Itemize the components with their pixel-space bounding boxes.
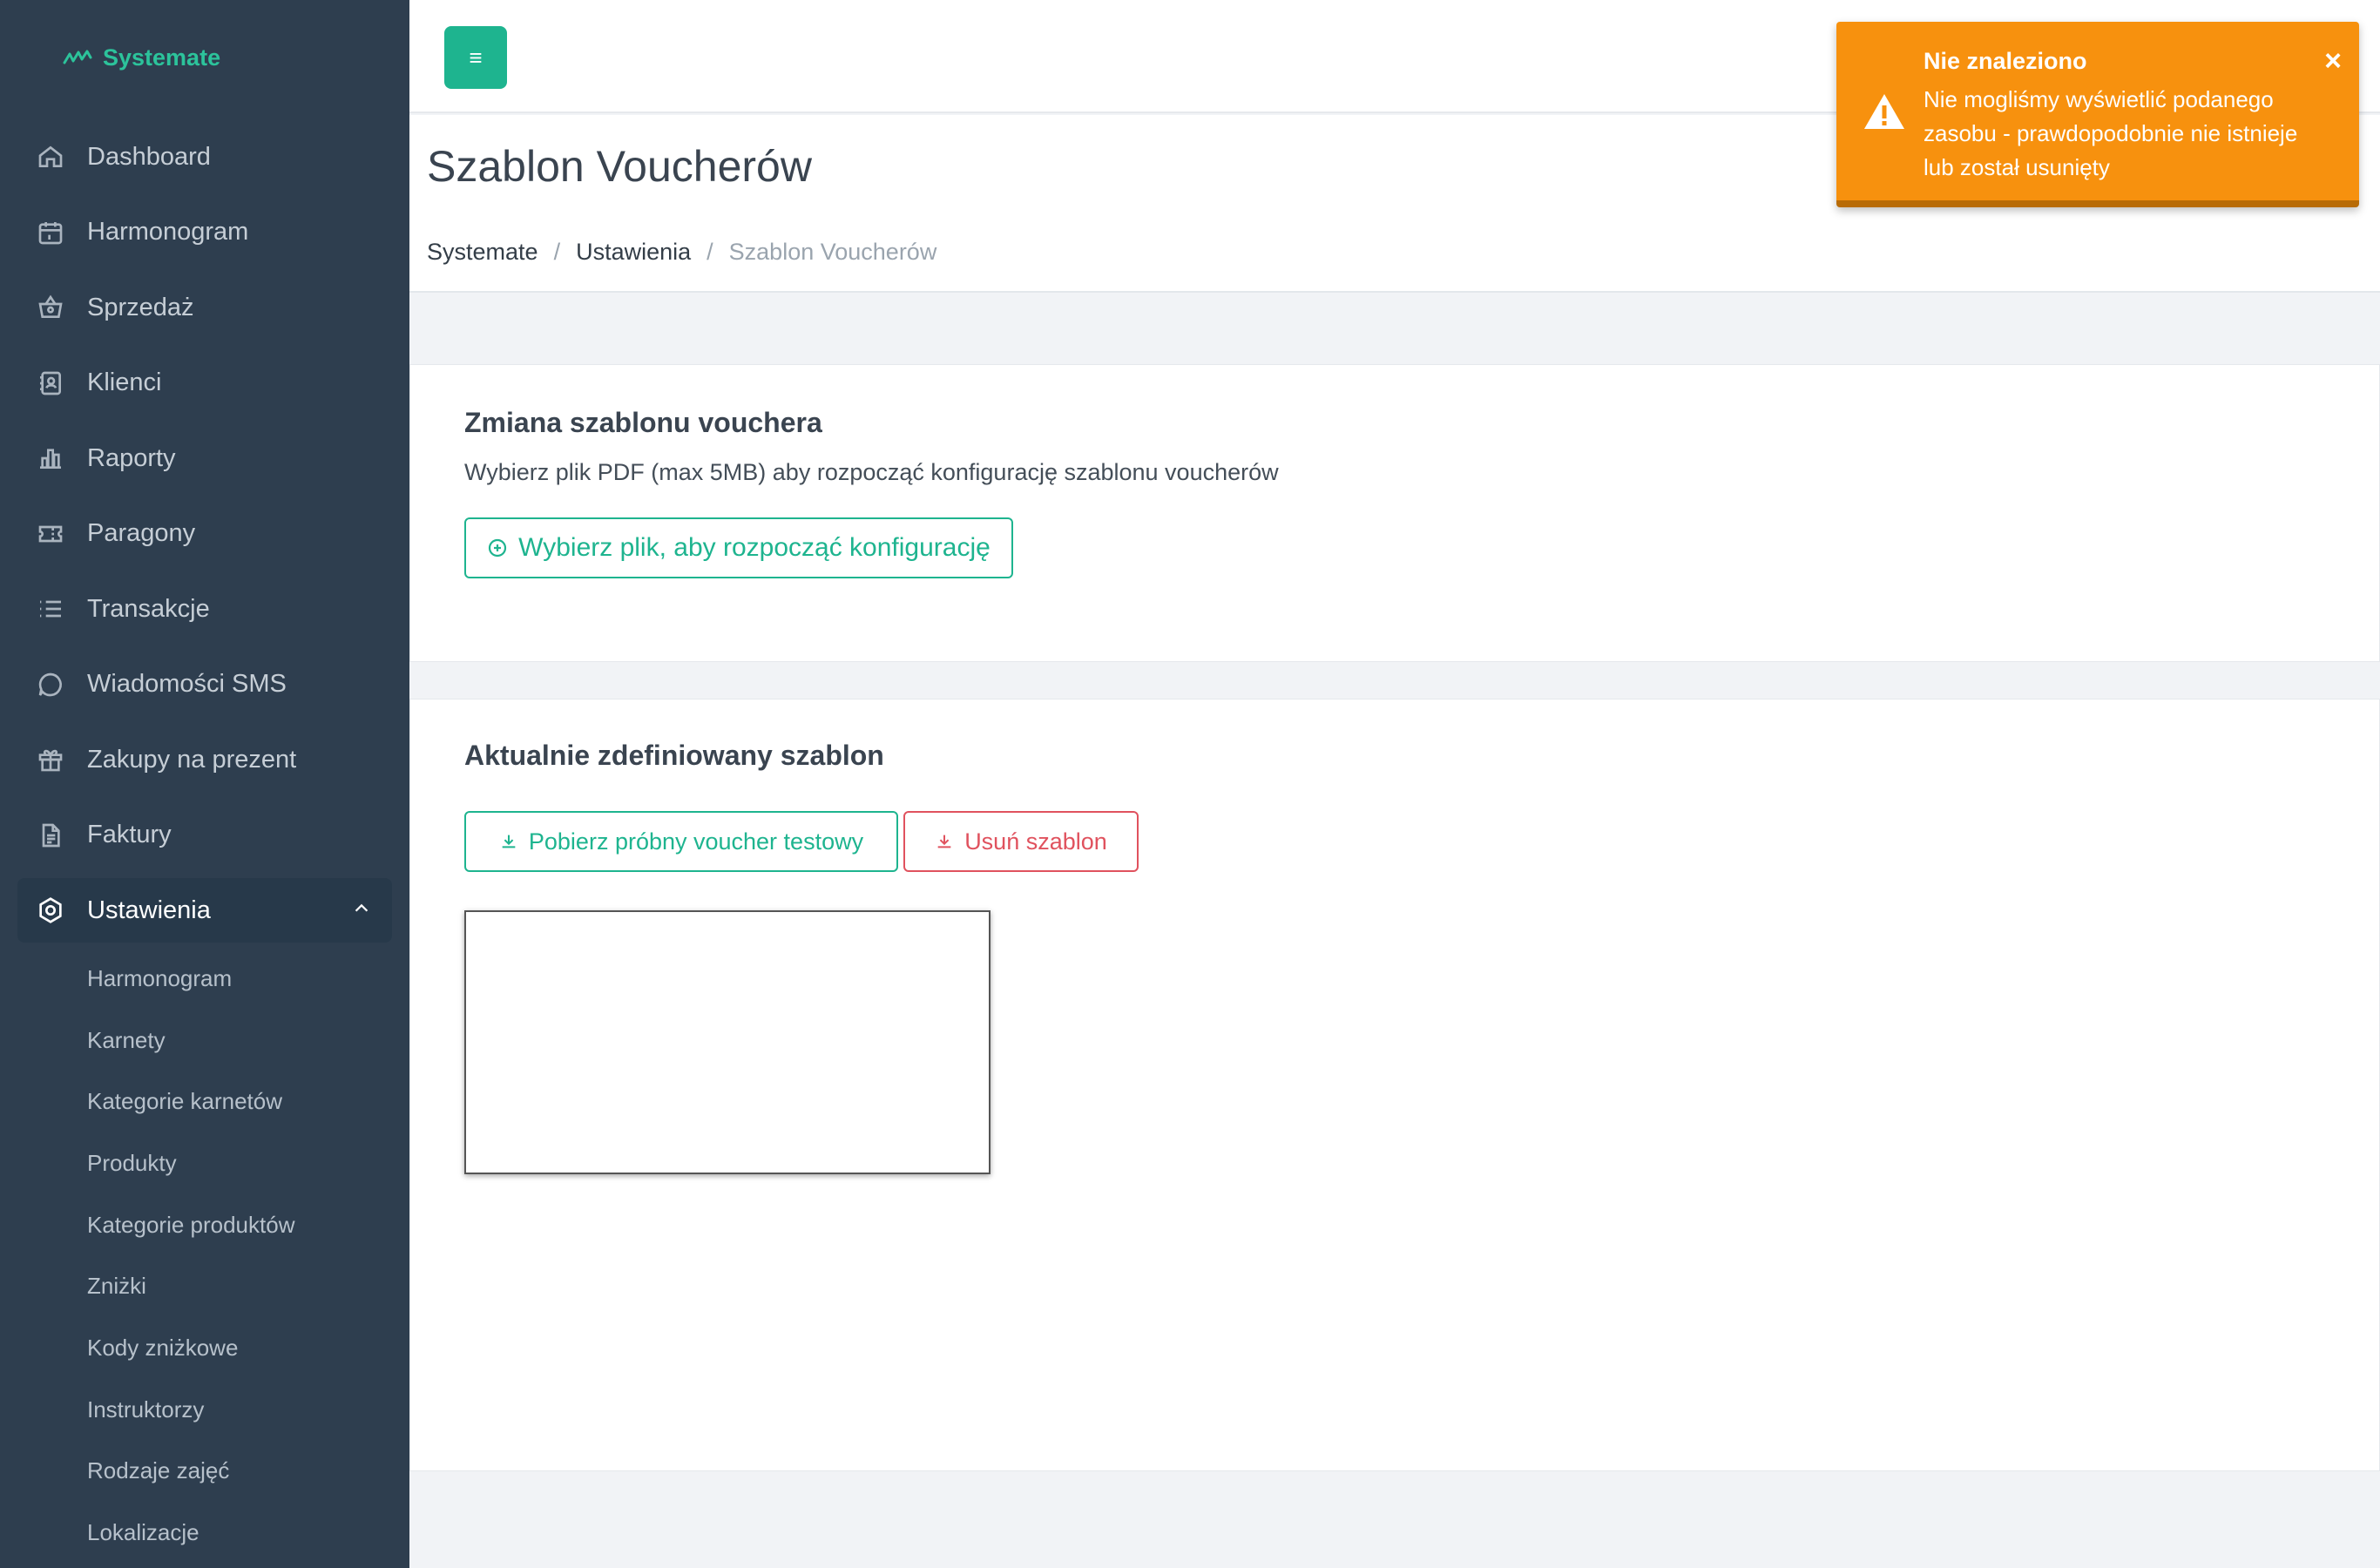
sidebar-item-sprzedaz[interactable]: Sprzedaż [0, 270, 409, 346]
card-description: Wybierz plik PDF (max 5MB) aby rozpocząć… [464, 459, 1279, 485]
menu-toggle-button[interactable]: ≡ [444, 26, 507, 89]
home-icon [35, 141, 66, 172]
sidebar-item-prezent[interactable]: Zakupy na prezent [0, 722, 409, 798]
sidebar-item-label: Harmonogram [87, 218, 249, 247]
template-change-card: Zmiana szablonu vouchera Wybierz plik PD… [409, 364, 2380, 662]
submenu-item-karnety[interactable]: Karnety [87, 1010, 409, 1071]
submenu-item-znizki[interactable]: Zniżki [87, 1255, 409, 1317]
sidebar-item-ustawienia[interactable]: Ustawienia [17, 878, 392, 943]
sidebar-item-label: Paragony [87, 519, 196, 548]
sidebar-item-paragony[interactable]: Paragony [0, 497, 409, 572]
sidebar-item-label: Klienci [87, 368, 162, 397]
breadcrumb-separator: / [553, 239, 561, 265]
calendar-icon [35, 217, 66, 248]
contacts-icon [35, 368, 66, 399]
submenu-item-instruktorzy[interactable]: Instruktorzy [87, 1379, 409, 1441]
submenu-item-harmonogram[interactable]: Harmonogram [87, 948, 409, 1010]
chevron-up-icon[interactable] [352, 896, 371, 925]
list-icon [35, 593, 66, 625]
download-icon [502, 835, 516, 848]
hamburger-icon: ≡ [469, 44, 483, 71]
sidebar-item-label: Dashboard [87, 142, 211, 171]
delete-label: Usuń szablon [964, 828, 1107, 855]
breadcrumb: Systemate / Ustawienia / Szablon Voucher… [427, 239, 936, 266]
sidebar-item-label: Faktury [87, 821, 172, 849]
sidebar-item-label: Sprzedaż [87, 293, 194, 321]
breadcrumb-item-current: Szablon Voucherów [728, 239, 937, 265]
toast-message: Nie mogliśmy wyświetlić podanego zasobu … [1924, 86, 2298, 180]
choose-file-button[interactable]: Wybierz plik, aby rozpocząć konfigurację [464, 517, 1013, 578]
chat-icon [35, 669, 66, 700]
page-title: Szablon Voucherów [427, 142, 812, 191]
document-icon [35, 820, 66, 851]
submenu-item-produkty[interactable]: Produkty [87, 1132, 409, 1194]
download-icon [937, 835, 951, 848]
logo-icon [63, 50, 92, 64]
breadcrumb-item-systemate[interactable]: Systemate [427, 239, 538, 266]
submenu-item-kody-znizkowe[interactable]: Kody zniżkowe [87, 1317, 409, 1379]
sidebar-item-label: Ustawienia [87, 896, 211, 924]
sidebar-item-faktury[interactable]: Faktury [0, 798, 409, 874]
bar-chart-icon [35, 443, 66, 474]
sidebar: Systemate Dashboard Harmonogram Sprzedaż… [0, 0, 409, 1568]
warning-icon [1864, 94, 1904, 129]
card-title: Zmiana szablonu vouchera [464, 407, 822, 438]
sidebar-item-harmonogram[interactable]: Harmonogram [0, 195, 409, 271]
sidebar-item-transakcje[interactable]: Transakcje [0, 571, 409, 647]
app-logo[interactable]: Systemate [63, 40, 220, 75]
submenu-item-rodzaje-zajec[interactable]: Rodzaje zajęć [87, 1441, 409, 1503]
sidebar-item-dashboard[interactable]: Dashboard [0, 119, 409, 195]
settings-submenu: Harmonogram Karnety Kategorie karnetów P… [0, 948, 409, 1564]
error-toast: Nie znaleziono Nie mogliśmy wyświetlić p… [1836, 22, 2359, 207]
delete-template-button[interactable]: Usuń szablon [903, 811, 1139, 872]
submenu-item-kategorie-produktow[interactable]: Kategorie produktów [87, 1194, 409, 1256]
plus-circle-icon [489, 538, 507, 558]
template-preview [464, 910, 991, 1174]
submenu-item-kategorie-karnetow[interactable]: Kategorie karnetów [87, 1071, 409, 1132]
download-test-voucher-button[interactable]: Pobierz próbny voucher testowy [464, 811, 898, 872]
sidebar-item-label: Raporty [87, 443, 176, 472]
basket-icon [35, 292, 66, 323]
ticket-icon [35, 518, 66, 550]
gift-icon [35, 744, 66, 775]
sidebar-item-raporty[interactable]: Raporty [0, 421, 409, 497]
current-template-card: Aktualnie zdefiniowany szablon Pobierz p… [409, 699, 2380, 1471]
choose-file-label: Wybierz plik, aby rozpocząć konfigurację [518, 533, 991, 562]
toast-title: Nie znaleziono [1924, 48, 2087, 74]
sidebar-item-sms[interactable]: Wiadomości SMS [0, 647, 409, 723]
breadcrumb-separator: / [707, 239, 713, 265]
card-title: Aktualnie zdefiniowany szablon [464, 740, 884, 771]
sidebar-menu: Dashboard Harmonogram Sprzedaż Klienci R… [0, 119, 409, 1564]
sidebar-item-klienci[interactable]: Klienci [0, 346, 409, 422]
sidebar-item-label: Zakupy na prezent [87, 745, 297, 774]
download-label: Pobierz próbny voucher testowy [528, 828, 864, 855]
sidebar-item-label: Transakcje [87, 594, 210, 623]
sidebar-item-label: Wiadomości SMS [87, 670, 287, 699]
close-icon[interactable]: × [2324, 44, 2342, 78]
breadcrumb-item-ustawienia[interactable]: Ustawienia [576, 239, 691, 266]
app-name: Systemate [103, 44, 221, 71]
submenu-item-lokalizacje[interactable]: Lokalizacje [87, 1502, 409, 1564]
settings-icon [35, 895, 66, 926]
